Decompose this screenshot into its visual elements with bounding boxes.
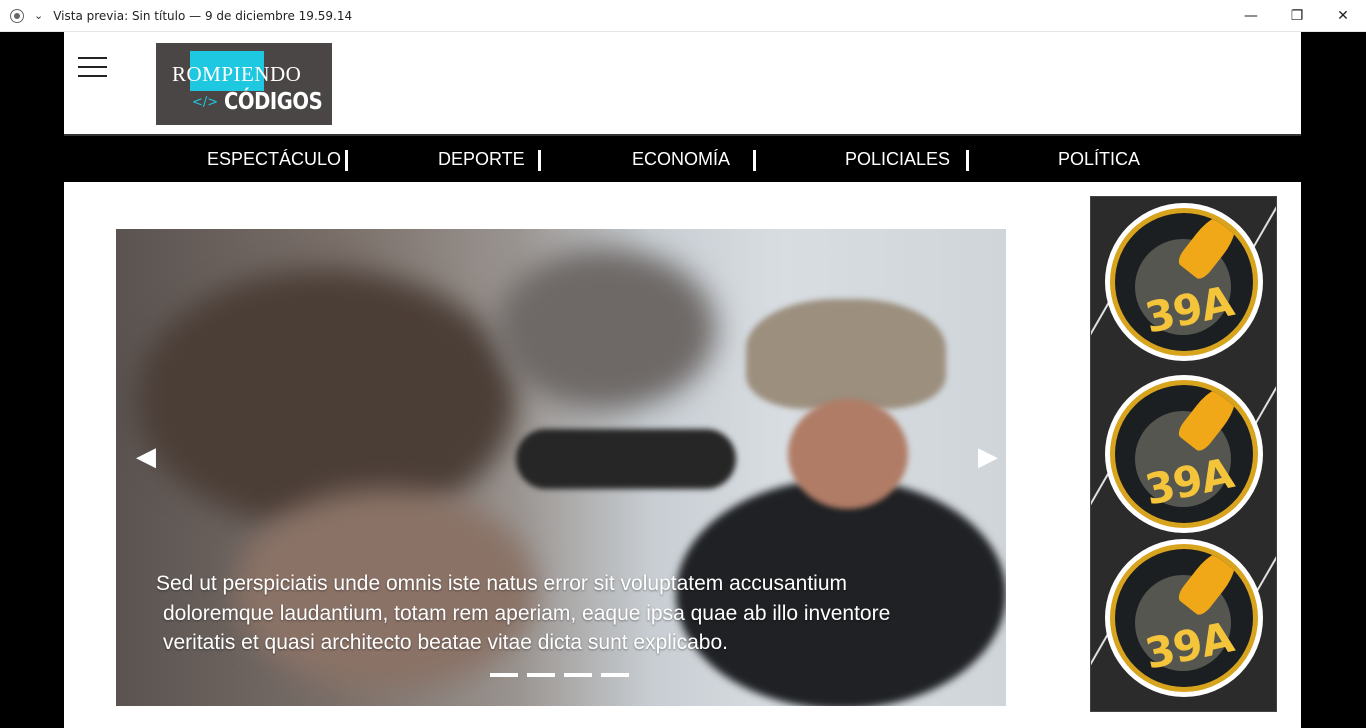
nav-item-espectaculo[interactable]: ESPECTÁCULO	[207, 136, 341, 182]
main-nav: ESPECTÁCULO DEPORTE ECONOMÍA POLICIALES …	[64, 134, 1301, 182]
hamburger-menu-icon[interactable]	[78, 57, 108, 79]
code-icon: </>	[192, 95, 219, 110]
logo-text-bottom: CÓDIGOS	[224, 89, 323, 115]
news-carousel[interactable]: ◀ ▶ Sed ut perspiciatis unde omnis iste …	[116, 229, 1006, 706]
caption-line: veritatis et quasi architecto beatae vit…	[163, 631, 728, 654]
nav-item-politica[interactable]: POLÍTICA	[1058, 136, 1140, 182]
nav-separator	[345, 150, 348, 171]
carousel-caption: Sed ut perspiciatis unde omnis iste natu…	[156, 569, 956, 658]
close-button[interactable]: ✕	[1320, 0, 1366, 32]
site-header: ROMPIENDO </> CÓDIGOS	[64, 32, 1301, 134]
badge-graphic: 39A	[1105, 203, 1263, 361]
nav-separator	[753, 150, 756, 171]
badge-graphic: 39A	[1105, 375, 1263, 533]
carousel-indicators	[490, 673, 629, 677]
logo-text-top: ROMPIENDO	[172, 62, 302, 86]
window-title: Vista previa: Sin título — 9 de diciembr…	[53, 8, 353, 23]
carousel-indicator[interactable]	[601, 673, 629, 677]
caption-line: Sed ut perspiciatis unde omnis iste natu…	[156, 572, 848, 595]
carousel-indicator[interactable]	[564, 673, 592, 677]
nav-separator	[966, 150, 969, 171]
carousel-next-button[interactable]: ▶	[973, 441, 1003, 471]
nav-item-economia[interactable]: ECONOMÍA	[632, 136, 730, 182]
nav-item-policiales[interactable]: POLICIALES	[845, 136, 950, 182]
caption-line: doloremque laudantium, totam rem aperiam…	[163, 601, 891, 625]
maximize-button[interactable]: ❐	[1274, 0, 1320, 32]
window-titlebar: ⌄ Vista previa: Sin título — 9 de diciem…	[0, 0, 1366, 32]
site-logo[interactable]: ROMPIENDO </> CÓDIGOS	[156, 43, 332, 125]
badge-graphic: 39A	[1105, 539, 1263, 697]
carousel-indicator[interactable]	[490, 673, 518, 677]
carousel-indicator[interactable]	[527, 673, 555, 677]
minimize-button[interactable]: —	[1228, 0, 1274, 32]
chevron-down-icon[interactable]: ⌄	[34, 9, 43, 22]
nav-item-deporte[interactable]: DEPORTE	[438, 136, 525, 182]
carousel-prev-button[interactable]: ◀	[131, 441, 161, 471]
nav-separator	[538, 150, 541, 171]
sidebar-ad-banner[interactable]: 39A 39A 39A	[1090, 196, 1277, 712]
app-icon	[10, 8, 24, 23]
webpage: ROMPIENDO </> CÓDIGOS ESPECTÁCULO DEPORT…	[64, 32, 1301, 728]
